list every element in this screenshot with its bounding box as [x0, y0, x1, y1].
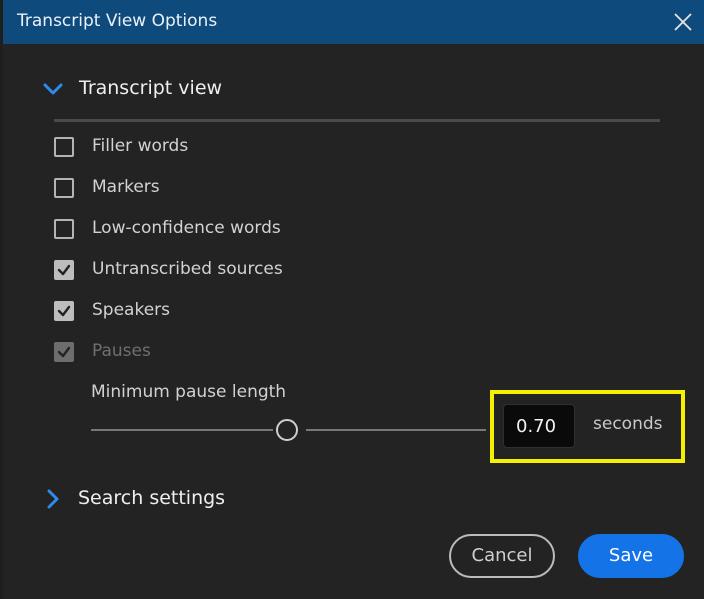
option-filler-words[interactable]: Filler words — [54, 135, 354, 159]
chevron-down-icon — [43, 83, 63, 95]
option-untranscribed-sources[interactable]: Untranscribed sources — [54, 258, 354, 282]
option-speakers[interactable]: Speakers — [54, 299, 354, 323]
section-divider — [54, 119, 660, 122]
seconds-unit-label: seconds — [593, 414, 663, 434]
transcript-view-section-toggle[interactable]: Transcript view — [43, 73, 243, 103]
speakers-checkbox[interactable] — [54, 301, 74, 321]
option-label: Low-confidence words — [92, 218, 281, 238]
option-low-confidence-words[interactable]: Low-confidence words — [54, 217, 354, 241]
dialog-title: Transcript View Options — [17, 11, 218, 31]
markers-checkbox[interactable] — [54, 178, 74, 198]
option-label: Filler words — [92, 136, 189, 156]
min-pause-length-label: Minimum pause length — [91, 382, 287, 402]
option-pauses: Pauses — [54, 340, 354, 364]
option-label: Pauses — [92, 341, 151, 361]
checkmark-icon — [57, 264, 71, 276]
slider-track[interactable] — [306, 429, 486, 431]
option-label: Markers — [92, 177, 160, 197]
min-pause-slider-handle[interactable] — [276, 419, 298, 441]
option-label: Speakers — [92, 300, 171, 320]
checkmark-icon — [57, 305, 71, 317]
min-pause-value-input[interactable] — [503, 404, 575, 448]
transcript-view-options-dialog: Transcript View Options Transcript view … — [0, 0, 704, 599]
checkmark-icon — [57, 346, 71, 358]
untranscribed-sources-checkbox[interactable] — [54, 260, 74, 280]
chevron-right-icon — [47, 489, 59, 509]
close-icon — [674, 13, 692, 31]
search-settings-section-label: Search settings — [78, 487, 226, 509]
slider-track-filled[interactable] — [91, 429, 273, 431]
filler-words-checkbox[interactable] — [54, 137, 74, 157]
transcript-view-section-label: Transcript view — [79, 77, 223, 99]
close-button[interactable] — [665, 4, 701, 40]
save-button[interactable]: Save — [578, 534, 684, 578]
title-bar: Transcript View Options — [3, 0, 704, 44]
option-markers[interactable]: Markers — [54, 176, 354, 200]
search-settings-section-toggle[interactable]: Search settings — [43, 483, 243, 513]
pauses-checkbox — [54, 342, 74, 362]
option-label: Untranscribed sources — [92, 259, 283, 279]
low-confidence-words-checkbox[interactable] — [54, 219, 74, 239]
cancel-button[interactable]: Cancel — [449, 534, 555, 578]
